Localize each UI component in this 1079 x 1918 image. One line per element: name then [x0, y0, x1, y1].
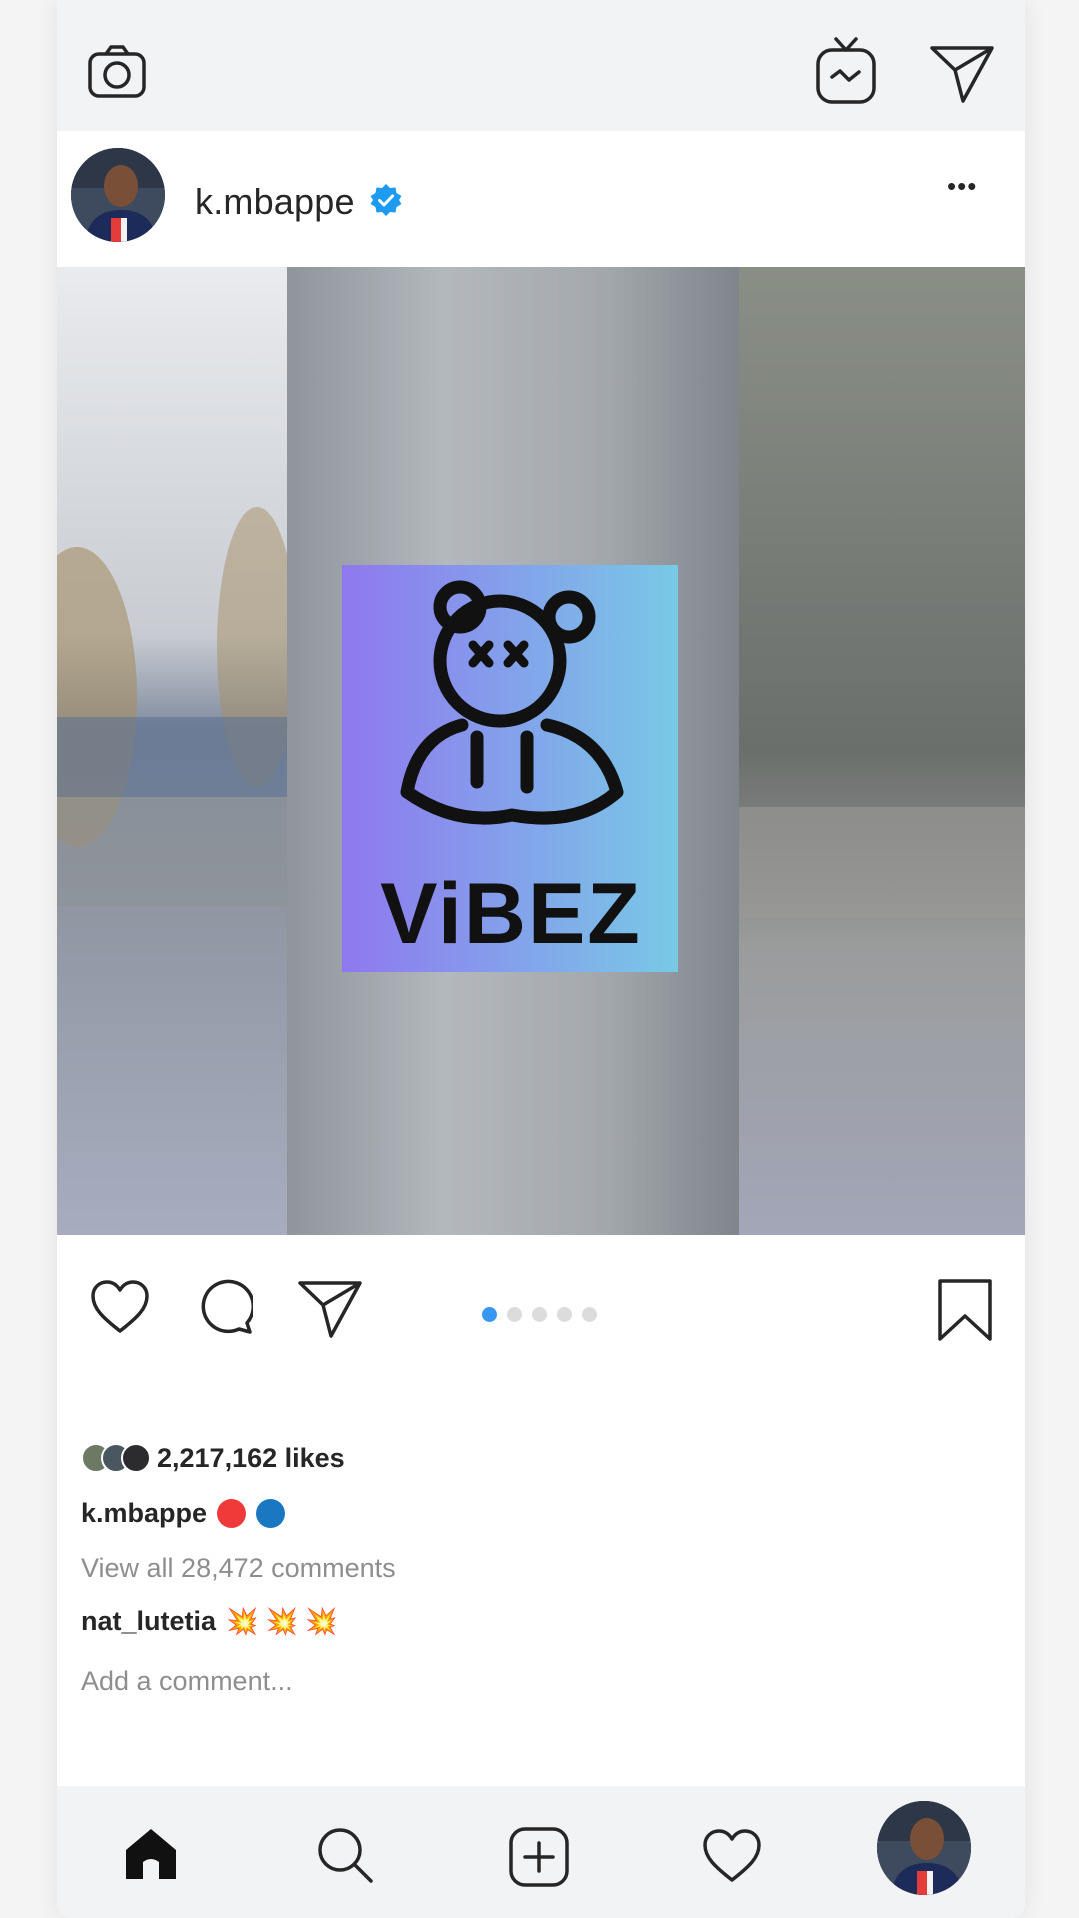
red-circle-emoji [217, 1498, 247, 1528]
top-app-bar [57, 0, 1025, 131]
more-options-button[interactable]: ••• [947, 171, 977, 202]
likes-count[interactable]: 2,217,162 likes [157, 1443, 345, 1474]
home-icon[interactable] [123, 1826, 179, 1882]
carousel-indicator [482, 1307, 597, 1323]
comment-icon[interactable] [195, 1279, 253, 1335]
bookmark-icon[interactable] [937, 1278, 993, 1342]
instagram-feed-screen: k.mbappe ••• ViBEZ 2,217,162 likes k.mba… [57, 0, 1025, 1918]
carousel-dot [532, 1307, 547, 1322]
carousel-dot [557, 1307, 572, 1322]
comment-username[interactable]: nat_lutetia [81, 1606, 216, 1637]
caption: k.mbappe [81, 1495, 981, 1531]
liked-by-avatars [81, 1443, 153, 1473]
add-comment-input[interactable]: Add a comment... [81, 1666, 981, 1697]
liker-avatar [121, 1443, 151, 1473]
carousel-dot [482, 1307, 497, 1322]
comment-text: 💥 💥 💥 [226, 1606, 338, 1636]
caption-username[interactable]: k.mbappe [81, 1498, 207, 1529]
post-actions [57, 1236, 1025, 1386]
blue-circle-emoji [256, 1498, 286, 1528]
sticker-text: ViBEZ [380, 866, 642, 962]
profile-avatar[interactable] [877, 1801, 971, 1895]
new-post-icon[interactable] [508, 1826, 570, 1888]
search-icon[interactable] [316, 1826, 374, 1884]
heart-icon[interactable] [90, 1279, 150, 1335]
post-author-avatar[interactable] [71, 148, 165, 242]
carousel-dot [582, 1307, 597, 1322]
post-author-username[interactable]: k.mbappe [195, 181, 355, 223]
direct-message-icon[interactable] [929, 44, 995, 104]
carousel-dot [507, 1307, 522, 1322]
bottom-navigation [57, 1786, 1025, 1918]
igtv-icon[interactable] [815, 36, 877, 106]
post-image: ViBEZ [57, 267, 1025, 1235]
view-all-comments-link[interactable]: View all 28,472 comments [81, 1553, 981, 1584]
verified-badge-icon [370, 184, 402, 216]
post-header: k.mbappe ••• [57, 131, 1025, 267]
likes-row[interactable]: 2,217,162 likes [81, 1440, 981, 1476]
activity-heart-icon[interactable] [702, 1828, 762, 1884]
comment-preview: nat_lutetia 💥 💥 💥 [81, 1606, 981, 1637]
share-icon[interactable] [297, 1279, 363, 1339]
camera-icon[interactable] [87, 44, 147, 100]
post-photo[interactable]: ViBEZ [57, 267, 1025, 1235]
